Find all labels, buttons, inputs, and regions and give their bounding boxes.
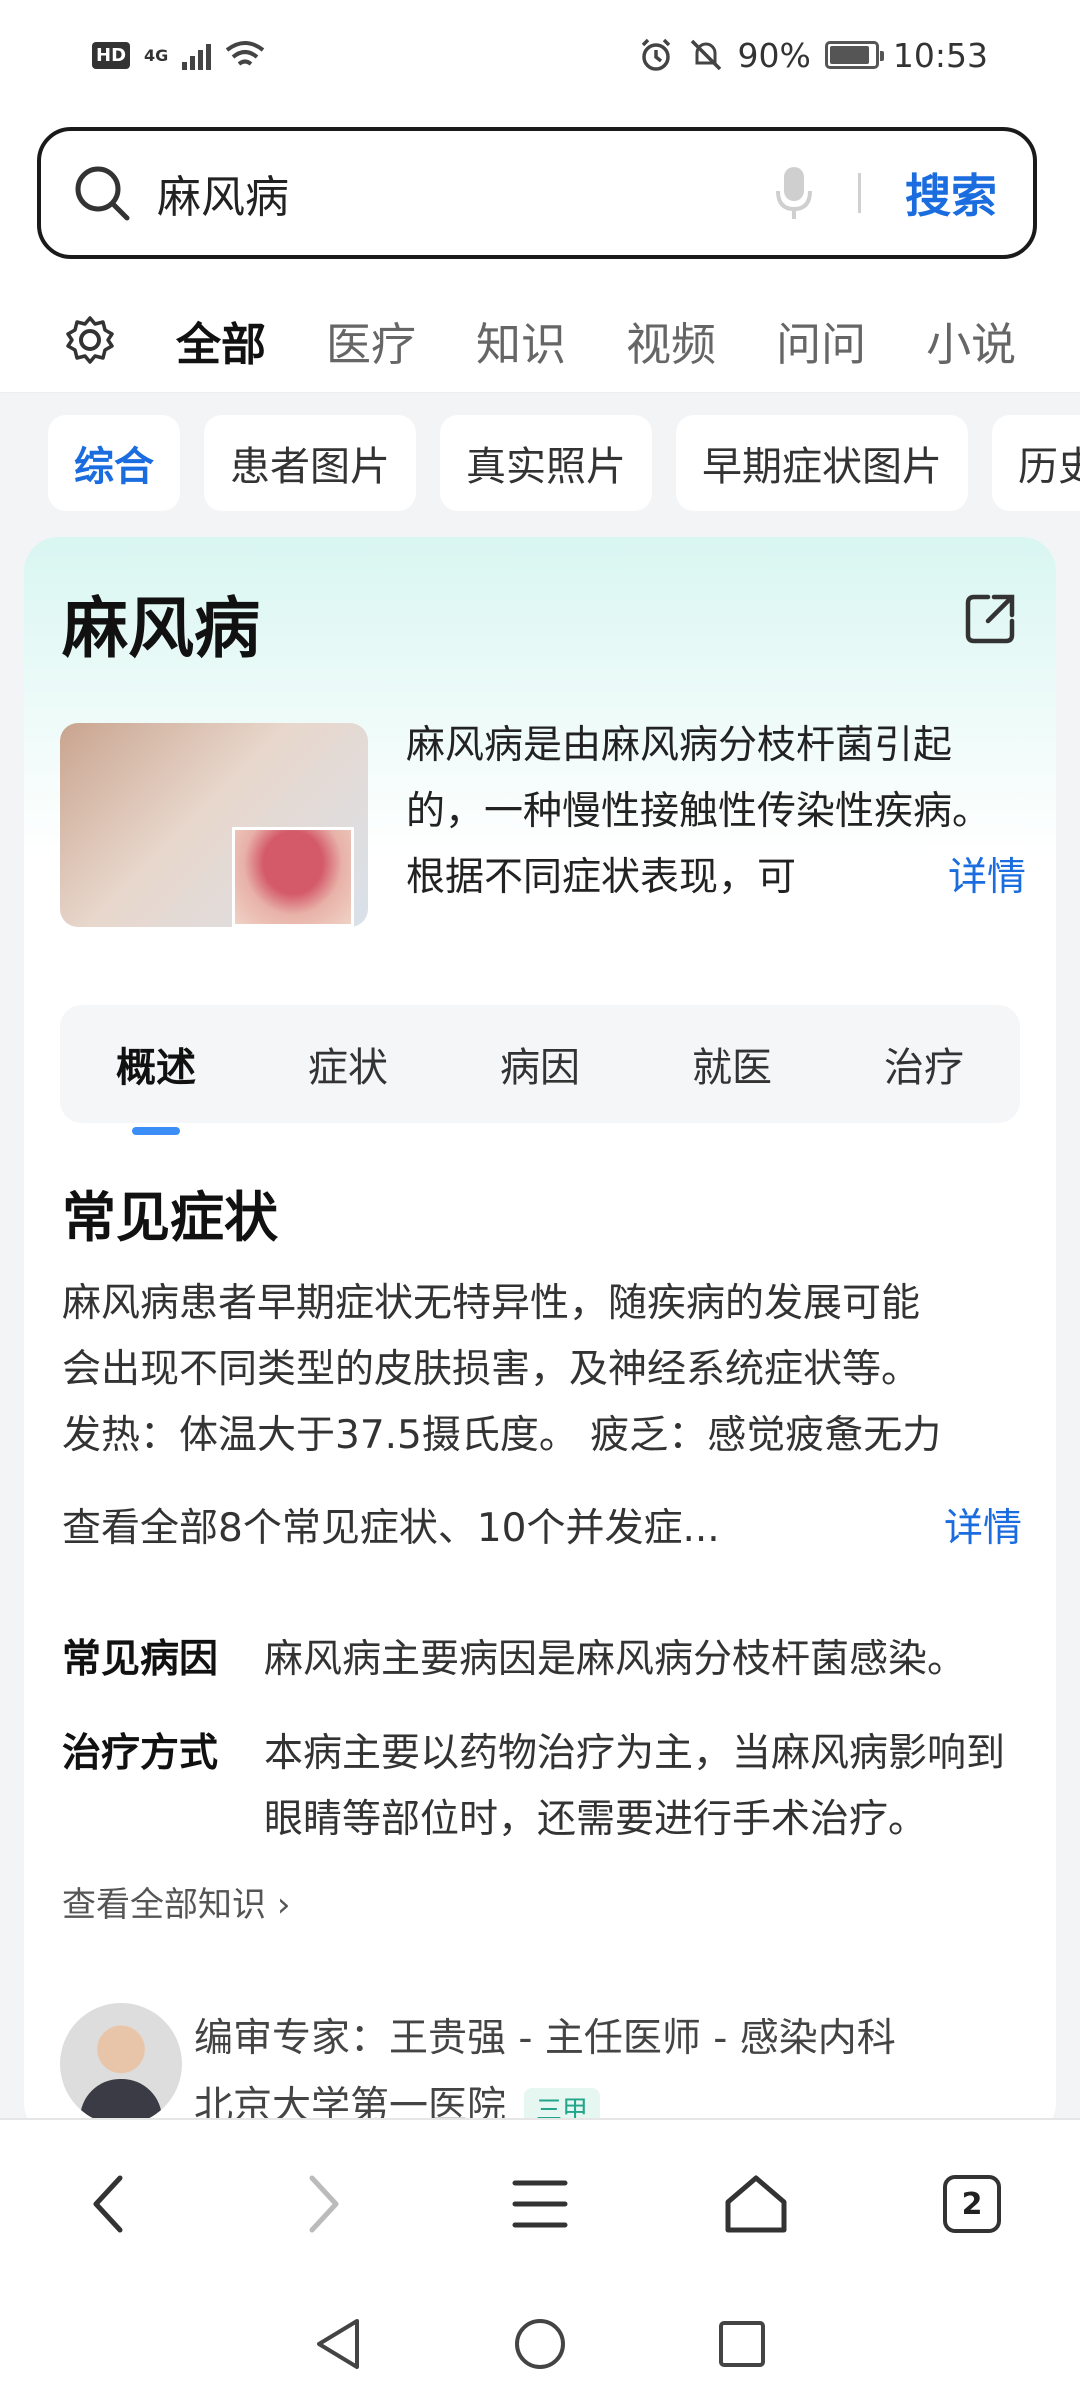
tab-ask[interactable]: 问问 (776, 308, 866, 373)
tab-count: 2 (943, 2175, 1001, 2233)
knowledge-subtabs: 概述 症状 病因 就医 治疗 (60, 1005, 1020, 1123)
nav-back-icon[interactable] (313, 2317, 363, 2371)
tab-novel[interactable]: 小说 (926, 308, 1016, 373)
menu-button[interactable] (500, 2164, 580, 2244)
subtab-causes[interactable]: 病因 (444, 1035, 636, 1093)
forward-button[interactable] (284, 2164, 364, 2244)
signal-icon (182, 40, 212, 70)
expert-hospital-row: 北京大学第一医院 三甲 (194, 2075, 601, 2118)
hd-icon: HD (92, 41, 131, 69)
section-more-text: 查看全部8个常见症状、10个并发症... (62, 1506, 720, 1551)
nav-recents-icon[interactable] (717, 2319, 767, 2369)
chevron-right-icon: › (276, 1885, 291, 1925)
tabs-button[interactable]: 2 (932, 2164, 1012, 2244)
search-input[interactable] (157, 167, 774, 219)
battery-icon (824, 41, 884, 69)
chip-patient-images[interactable]: 患者图片 (204, 415, 416, 511)
home-icon (725, 2175, 787, 2233)
section-text: 麻风病患者早期症状无特异性，随疾病的发展可能 会出现不同类型的皮肤损害，及神经系… (62, 1271, 1022, 1469)
tab-all[interactable]: 全部 (176, 308, 266, 373)
status-bar: HD 4G 90% 10:53 (0, 0, 1080, 110)
section-more-row[interactable]: 查看全部8个常见症状、10个并发症... 详情 (62, 1497, 1022, 1553)
search-bar: 搜索 (37, 127, 1037, 259)
microphone-icon[interactable] (774, 165, 814, 221)
wifi-icon (226, 41, 265, 66)
chip-real-photos[interactable]: 真实照片 (440, 415, 652, 511)
filter-chips: 综合 患者图片 真实照片 早期症状图片 历史 (48, 415, 1080, 511)
chevron-right-icon (309, 2175, 339, 2233)
menu-icon (512, 2180, 568, 2228)
all-knowledge-link[interactable]: 查看全部知识 › (62, 1877, 290, 1926)
tab-medical[interactable]: 医疗 (326, 308, 416, 373)
cause-row: 常见病因 麻风病主要病因是麻风病分枝杆菌感染。 (62, 1627, 1042, 1693)
tab-knowledge[interactable]: 知识 (476, 308, 566, 373)
browser-toolbar: 2 (0, 2118, 1080, 2288)
subtab-treatment[interactable]: 治疗 (828, 1035, 1020, 1093)
treatment-value: 本病主要以药物治疗为主，当麻风病影响到眼睛等部位时，还需要进行手术治疗。 (264, 1731, 1006, 1842)
chip-history[interactable]: 历史 (992, 415, 1080, 511)
chip-overall[interactable]: 综合 (48, 415, 180, 511)
share-icon[interactable] (960, 589, 1020, 649)
treatment-row: 治疗方式 本病主要以药物治疗为主，当麻风病影响到眼睛等部位时，还需要进行手术治疗… (62, 1721, 1042, 1853)
card-title: 麻风病 (62, 590, 260, 667)
section-line: 麻风病患者早期症状无特异性，随疾病的发展可能 (62, 1281, 921, 1326)
home-button[interactable] (716, 2164, 796, 2244)
tab-video[interactable]: 视频 (626, 308, 716, 373)
search-divider (858, 173, 861, 213)
cause-label: 常见病因 (62, 1637, 219, 1682)
disease-card: 麻风病 麻风病是由麻风病分枝杆菌引起的，一种慢性接触性传染性疾病。根据不同症状表… (24, 537, 1056, 2118)
expert-name: 编审专家：王贵强 - 主任医师 - 感染内科 (194, 2016, 896, 2061)
clock: 10:53 (892, 35, 988, 75)
intro-body: 麻风病是由麻风病分枝杆菌引起的，一种慢性接触性传染性疾病。根据不同症状表现，可 (406, 723, 992, 900)
search-icon (75, 166, 130, 221)
battery-percent: 90% (737, 35, 811, 75)
back-button[interactable] (68, 2164, 148, 2244)
chevron-left-icon (93, 2175, 123, 2233)
treatment-label: 治疗方式 (62, 1731, 219, 1776)
chip-early-symptom-images[interactable]: 早期症状图片 (676, 415, 968, 511)
subtab-overview[interactable]: 概述 (60, 1035, 252, 1093)
intro-detail-link[interactable]: 详情 (927, 845, 1026, 911)
section-line: 发热：体温大于37.5摄氏度。 疲乏：感觉疲惫无力 (62, 1413, 942, 1458)
section-detail-link[interactable]: 详情 (944, 1497, 1022, 1553)
gear-icon[interactable] (64, 314, 116, 366)
eye-lesion-image (232, 827, 354, 927)
cause-value: 麻风病主要病因是麻风病分枝杆菌感染。 (264, 1637, 967, 1682)
nav-home-icon[interactable] (513, 2317, 567, 2371)
results-area: 综合 患者图片 真实照片 早期症状图片 历史 麻风病 麻风病是由麻风病分枝杆菌引… (0, 393, 1080, 2118)
mute-icon (690, 39, 721, 71)
subtab-symptoms[interactable]: 症状 (252, 1035, 444, 1093)
intro-text: 麻风病是由麻风病分枝杆菌引起的，一种慢性接触性传染性疾病。根据不同症状表现，可 … (406, 713, 1026, 911)
avatar (60, 2003, 182, 2118)
subtab-visit[interactable]: 就医 (636, 1035, 828, 1093)
hospital-level-badge: 三甲 (524, 2088, 601, 2118)
search-button[interactable]: 搜索 (905, 160, 997, 226)
expert-hospital: 北京大学第一医院 (194, 2084, 507, 2118)
section-line: 会出现不同类型的皮肤损害，及神经系统症状等。 (62, 1347, 921, 1392)
disease-illustration[interactable] (60, 723, 368, 927)
section-title: 常见症状 (62, 1186, 278, 1249)
category-tabs: 全部 医疗 知识 视频 问问 小说 (0, 290, 1080, 390)
alarm-icon (641, 38, 670, 71)
system-navigation (0, 2288, 1080, 2400)
network-type: 4G (144, 45, 169, 65)
all-knowledge-label: 查看全部知识 (62, 1885, 266, 1925)
